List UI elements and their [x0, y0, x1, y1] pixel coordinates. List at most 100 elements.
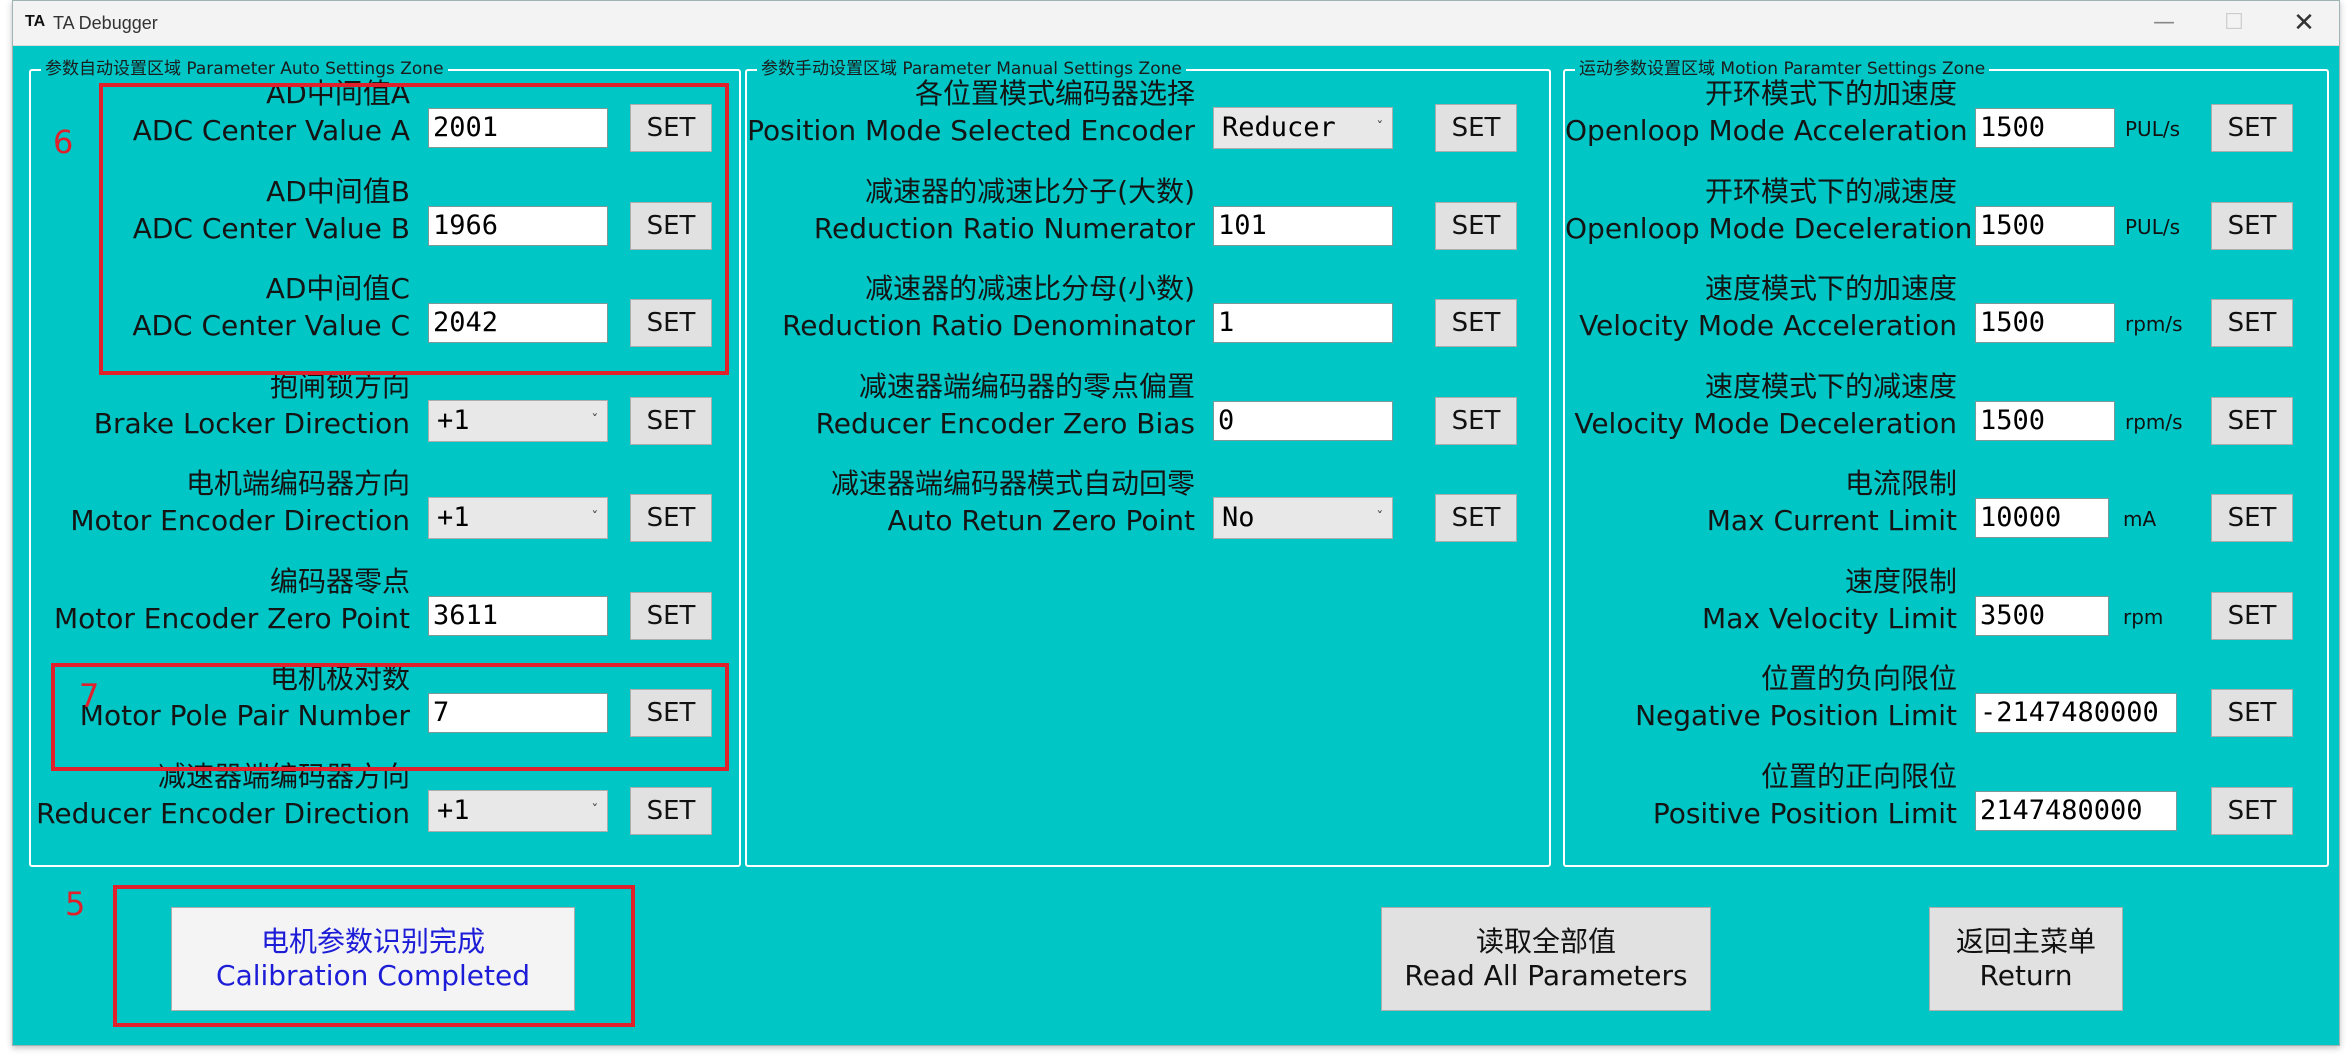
motion-unit: PUL/s	[2125, 117, 2180, 141]
auto-dropdown[interactable]: +1 ˇ	[428, 399, 608, 442]
calib-label-en: Calibration Completed	[216, 959, 530, 992]
manual-dropdown[interactable]: No ˇ	[1213, 497, 1393, 539]
close-button[interactable]: ✕	[2269, 1, 2339, 45]
manual-set-button[interactable]: SET	[1435, 104, 1517, 152]
return-label-en: Return	[1979, 959, 2073, 992]
auto-set-button[interactable]: SET	[630, 396, 712, 445]
motion-value-input[interactable]: 1500	[1975, 303, 2115, 343]
manual-label-en: Reducer Encoder Zero Bias	[815, 406, 1195, 440]
calibration-completed-button[interactable]: 电机参数识别完成 Calibration Completed	[171, 907, 575, 1011]
motion-value-input[interactable]: 1500	[1975, 205, 2115, 246]
minimize-button[interactable]: —	[2129, 1, 2199, 45]
motion-label-cn: 电流限制	[1844, 467, 1957, 500]
motion-unit: rpm	[2123, 604, 2164, 629]
motion-value-input[interactable]: 1500	[1975, 108, 2115, 148]
return-button[interactable]: 返回主菜单 Return	[1929, 907, 2123, 1011]
motion-value-input[interactable]: 3500	[1975, 595, 2109, 636]
dropdown-value: +1	[437, 794, 470, 826]
auto-label: 电机端编码器方向 Motor Encoder Direction	[31, 465, 410, 539]
manual-label-en: Position Mode Selected Encoder	[747, 114, 1195, 147]
window-title: TA Debugger	[53, 13, 158, 33]
manual-set-button[interactable]: SET	[1435, 201, 1517, 250]
auto-label-en: Brake Locker Direction	[93, 406, 410, 440]
manual-label-cn: 各位置模式编码器选择	[914, 77, 1195, 110]
manual-label-en: Reduction Ratio Denominator	[782, 309, 1195, 342]
auto-label-cn: 编码器零点	[269, 564, 410, 598]
manual-label-en: Auto Retun Zero Point	[887, 504, 1195, 537]
auto-set-button[interactable]: SET	[630, 786, 712, 835]
auto-value-input[interactable]: 3611	[428, 595, 608, 636]
auto-set-button[interactable]: SET	[630, 494, 712, 542]
motion-set-button[interactable]: SET	[2211, 299, 2293, 347]
motion-label: 开环模式下的减速度 Openloop Mode Deceleration	[1565, 173, 1973, 247]
motion-label: 速度模式下的加速度 Velocity Mode Acceleration	[1565, 270, 1957, 344]
manual-settings-zone: 参数手动设置区域 Parameter Manual Settings Zone …	[745, 59, 1551, 867]
annotation-5: 5	[65, 885, 86, 923]
manual-label: 减速器端编码器的零点偏置 Reducer Encoder Zero Bias	[747, 368, 1195, 442]
motion-set-button[interactable]: SET	[2211, 104, 2293, 152]
manual-label-cn: 减速器端编码器模式自动回零	[830, 467, 1195, 500]
dropdown-value: +1	[437, 404, 470, 436]
motion-value-input[interactable]: 1500	[1975, 400, 2115, 441]
calib-label-cn: 电机参数识别完成	[260, 925, 485, 958]
motion-label-en: Openloop Mode Deceleration	[1565, 211, 1973, 245]
auto-dropdown[interactable]: +1 ˇ	[428, 497, 608, 539]
annotation-6: 6	[53, 123, 74, 161]
motion-unit: rpm/s	[2125, 409, 2183, 434]
motion-set-button[interactable]: SET	[2211, 201, 2293, 250]
dropdown-value: Reducer	[1222, 112, 1336, 143]
auto-label-en: Motor Encoder Zero Point	[53, 601, 410, 635]
read-all-parameters-button[interactable]: 读取全部值 Read All Parameters	[1381, 907, 1711, 1011]
manual-label-cn: 减速器的减速比分母(小数)	[865, 272, 1195, 305]
motion-label-en: Max Current Limit	[1706, 504, 1957, 537]
dropdown-value: No	[1222, 502, 1255, 533]
manual-value-input[interactable]: 101	[1213, 205, 1393, 246]
chevron-down-icon: ˇ	[590, 802, 599, 819]
motion-value-input[interactable]: 10000	[1975, 498, 2109, 538]
motion-value-input[interactable]: 2147480000	[1975, 790, 2177, 831]
auto-dropdown[interactable]: +1 ˇ	[428, 789, 608, 832]
motion-set-button[interactable]: SET	[2211, 786, 2293, 835]
motion-label-en: Max Velocity Limit	[1702, 601, 1957, 635]
manual-set-button[interactable]: SET	[1435, 494, 1517, 542]
auto-label: 编码器零点 Motor Encoder Zero Point	[31, 563, 410, 637]
read-label-en: Read All Parameters	[1404, 959, 1688, 992]
manual-value-input[interactable]: 0	[1213, 400, 1393, 441]
chevron-down-icon: ˇ	[1375, 510, 1384, 526]
auto-label-en: Motor Encoder Direction	[70, 504, 410, 537]
title-bar: TA TA Debugger — ☐ ✕	[13, 1, 2339, 46]
motion-set-button[interactable]: SET	[2211, 494, 2293, 542]
motion-label-cn: 速度限制	[1844, 564, 1957, 598]
motion-label-cn: 速度模式下的减速度	[1704, 369, 1957, 403]
app-logo-icon: TA	[25, 13, 46, 30]
motion-set-button[interactable]: SET	[2211, 396, 2293, 445]
motion-value-input[interactable]: -2147480000	[1975, 693, 2177, 733]
auto-label: 抱闸锁方向 Brake Locker Direction	[31, 368, 410, 442]
return-label-cn: 返回主菜单	[1955, 925, 2096, 958]
maximize-button[interactable]: ☐	[2199, 1, 2269, 45]
motion-label-en: Positive Position Limit	[1652, 796, 1957, 830]
read-label-cn: 读取全部值	[1475, 925, 1616, 958]
auto-label-en: Reducer Encoder Direction	[36, 796, 410, 830]
manual-set-button[interactable]: SET	[1435, 396, 1517, 445]
motion-label: 速度模式下的减速度 Velocity Mode Deceleration	[1565, 368, 1957, 442]
motion-label-cn: 速度模式下的加速度	[1704, 272, 1957, 305]
manual-dropdown[interactable]: Reducer ˇ	[1213, 107, 1393, 149]
manual-value-input[interactable]: 1	[1213, 303, 1393, 343]
motion-label-en: Velocity Mode Deceleration	[1574, 406, 1957, 440]
manual-set-button[interactable]: SET	[1435, 299, 1517, 347]
dropdown-value: +1	[437, 502, 470, 533]
motion-set-button[interactable]: SET	[2211, 591, 2293, 640]
motion-set-button[interactable]: SET	[2211, 689, 2293, 737]
motion-label-cn: 开环模式下的加速度	[1704, 77, 1957, 110]
manual-label-en: Reduction Ratio Numerator	[813, 211, 1195, 245]
motion-label: 电流限制 Max Current Limit	[1565, 465, 1957, 539]
motion-label: 速度限制 Max Velocity Limit	[1565, 563, 1957, 637]
manual-label: 减速器端编码器模式自动回零 Auto Retun Zero Point	[747, 465, 1195, 539]
auto-set-button[interactable]: SET	[630, 591, 712, 640]
chevron-down-icon: ˇ	[1375, 120, 1384, 136]
annotation-7: 7	[79, 677, 100, 715]
motion-unit: rpm/s	[2125, 312, 2183, 336]
highlight-box-7	[51, 663, 729, 771]
motion-label-en: Negative Position Limit	[1635, 699, 1957, 732]
